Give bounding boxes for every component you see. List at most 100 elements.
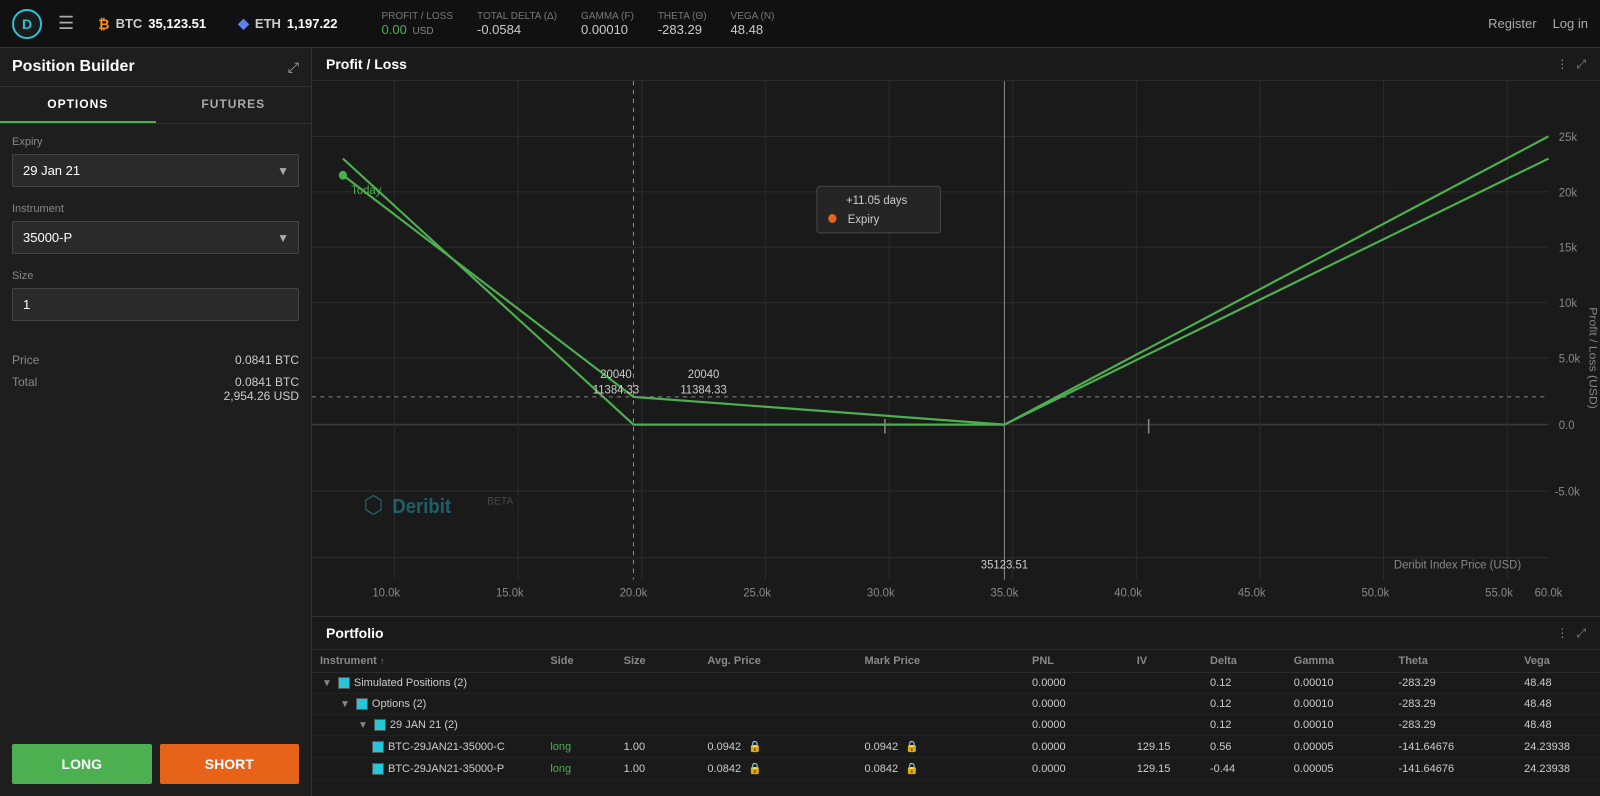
theta-stat: THETA (ϑ) -283.29 — [658, 11, 707, 37]
group-label-options: ▼ Options (2) — [312, 694, 542, 715]
svg-text:Today: Today — [351, 184, 381, 197]
table-row: ▼ 29 JAN 21 (2) 0.0000 0.12 — [312, 715, 1600, 736]
checkbox-date[interactable] — [374, 719, 386, 731]
col-pnl: PNL — [1024, 650, 1129, 673]
checkbox-put[interactable] — [372, 763, 384, 775]
size-input[interactable] — [12, 288, 299, 321]
chart-svg: 25k 20k 15k 10k 5.0k 0.0 -5.0k 10.0k 15.… — [312, 81, 1600, 613]
svg-text:30.0k: 30.0k — [867, 586, 895, 599]
instrument-label: Instrument — [12, 203, 299, 215]
svg-text:Profit / Loss (USD): Profit / Loss (USD) — [1587, 307, 1600, 409]
more-icon[interactable]: ⋮ — [1556, 57, 1568, 72]
svg-text:20040: 20040 — [688, 368, 720, 381]
portfolio-fullscreen-icon[interactable]: ⤢ — [1576, 626, 1586, 641]
collapse-btn-options[interactable]: ▼ — [338, 699, 352, 710]
svg-text:11384.33: 11384.33 — [593, 383, 640, 396]
portfolio-panel: Portfolio ⋮ ⤢ Instrument ↑ Side Size Avg… — [312, 616, 1600, 796]
svg-text:60.0k: 60.0k — [1535, 586, 1563, 599]
form-section: Expiry 29 Jan 21 ▼ Instrument 35000-P ▼ … — [0, 124, 311, 349]
svg-text:45.0k: 45.0k — [1238, 586, 1266, 599]
tab-options[interactable]: OPTIONS — [0, 87, 156, 123]
table-row: BTC-29JAN21-35000-P long 1.00 0.0842 🔒 0… — [312, 758, 1600, 780]
svg-text:Deribit: Deribit — [392, 497, 451, 519]
expiry-select[interactable]: 29 Jan 21 — [12, 154, 299, 187]
svg-text:D: D — [22, 16, 32, 32]
col-side: Side — [542, 650, 615, 673]
table-row: ▼ Options (2) 0.0000 0.12 — [312, 694, 1600, 715]
svg-text:10.0k: 10.0k — [372, 586, 400, 599]
svg-text:BETA: BETA — [487, 495, 514, 507]
btc-price: ₿ BTC 35,123.51 — [90, 16, 214, 32]
portfolio-more-icon[interactable]: ⋮ — [1556, 626, 1568, 641]
btc-icon: ₿ — [98, 16, 109, 32]
instrument-select-wrapper: 35000-P ▼ — [12, 221, 299, 254]
instrument-cell-put: BTC-29JAN21-35000-P — [312, 758, 542, 780]
portfolio-icons: ⋮ ⤢ — [1556, 626, 1586, 641]
main-layout: Position Builder ⤢ OPTIONS FUTURES Expir… — [0, 48, 1600, 796]
left-panel: Position Builder ⤢ OPTIONS FUTURES Expir… — [0, 48, 312, 796]
svg-text:20.0k: 20.0k — [620, 586, 648, 599]
tab-futures[interactable]: FUTURES — [156, 87, 312, 123]
instrument-link-call[interactable]: BTC-29JAN21-35000-C — [388, 741, 505, 753]
table-row: BTC-29JAN21-35000-C long 1.00 0.0942 🔒 0… — [312, 736, 1600, 758]
login-button[interactable]: Log in — [1553, 16, 1588, 31]
register-button[interactable]: Register — [1488, 16, 1536, 31]
vega-stat: VEGA (N) 48.48 — [731, 11, 775, 37]
checkbox-options[interactable] — [356, 698, 368, 710]
checkbox-call[interactable] — [372, 741, 384, 753]
collapse-btn[interactable]: ▼ — [320, 678, 334, 689]
chart-title: Profit / Loss — [326, 56, 407, 72]
long-button[interactable]: LONG — [12, 744, 152, 784]
logo: D — [12, 9, 42, 39]
price-row: Price 0.0841 BTC — [0, 349, 311, 371]
svg-text:Expiry: Expiry — [848, 213, 880, 226]
svg-text:35123.51: 35123.51 — [981, 558, 1028, 571]
short-button[interactable]: SHORT — [160, 744, 300, 784]
col-vega: Vega — [1516, 650, 1600, 673]
panel-title: Position Builder — [12, 58, 135, 76]
portfolio-header: Portfolio ⋮ ⤢ — [312, 617, 1600, 650]
price-info: Price 0.0841 BTC Total 0.0841 BTC 2,954.… — [0, 349, 311, 407]
nav-stats: PROFIT / LOSS 0.00 USD TOTAL DELTA (Δ) -… — [382, 11, 775, 37]
chart-container: 25k 20k 15k 10k 5.0k 0.0 -5.0k 10.0k 15.… — [312, 81, 1600, 613]
svg-text:35.0k: 35.0k — [991, 586, 1019, 599]
instrument-cell-call: BTC-29JAN21-35000-C — [312, 736, 542, 758]
svg-text:Deribit Index Price (USD): Deribit Index Price (USD) — [1394, 558, 1521, 571]
svg-text:25k: 25k — [1559, 130, 1577, 143]
svg-text:15.0k: 15.0k — [496, 586, 524, 599]
checkbox-simulated[interactable] — [338, 677, 350, 689]
instrument-select[interactable]: 35000-P — [12, 221, 299, 254]
top-nav: D ☰ ₿ BTC 35,123.51 ◆ ETH 1,197.22 PROFI… — [0, 0, 1600, 48]
svg-text:20k: 20k — [1559, 186, 1577, 199]
instrument-link-put[interactable]: BTC-29JAN21-35000-P — [388, 763, 504, 775]
svg-text:5.0k: 5.0k — [1559, 352, 1581, 365]
col-theta: Theta — [1390, 650, 1516, 673]
svg-text:25.0k: 25.0k — [743, 586, 771, 599]
gamma-stat: GAMMA (F) 0.00010 — [581, 11, 634, 37]
action-buttons: LONG SHORT — [0, 732, 311, 796]
profit-loss-stat: PROFIT / LOSS 0.00 USD — [382, 11, 454, 37]
svg-text:-5.0k: -5.0k — [1555, 485, 1580, 498]
menu-icon[interactable]: ☰ — [58, 13, 74, 34]
table-row: ▼ Simulated Positions (2) 0.0000 — [312, 673, 1600, 694]
right-panel: Profit / Loss ⋮ ⤢ — [312, 48, 1600, 796]
expand-icon[interactable]: ⤢ — [288, 59, 299, 76]
panel-header: Position Builder ⤢ — [0, 48, 311, 87]
svg-text:10k: 10k — [1559, 297, 1577, 310]
nav-right: Register Log in — [1488, 16, 1588, 31]
tab-bar: OPTIONS FUTURES — [0, 87, 311, 124]
portfolio-title: Portfolio — [326, 625, 384, 641]
svg-text:55.0k: 55.0k — [1485, 586, 1513, 599]
eth-icon: ◆ — [238, 15, 249, 32]
eth-price: ◆ ETH 1,197.22 — [230, 15, 345, 32]
svg-text:+11.05 days: +11.05 days — [846, 194, 907, 207]
group-label-simulated: ▼ Simulated Positions (2) — [312, 673, 542, 694]
col-iv: IV — [1129, 650, 1202, 673]
size-label: Size — [12, 270, 299, 282]
svg-text:20040: 20040 — [600, 368, 632, 381]
col-avg-price: Avg. Price — [699, 650, 856, 673]
positions-table: Instrument ↑ Side Size Avg. Price Mark P… — [312, 650, 1600, 780]
chart-header: Profit / Loss ⋮ ⤢ — [312, 48, 1600, 81]
collapse-btn-date[interactable]: ▼ — [356, 720, 370, 731]
fullscreen-icon[interactable]: ⤢ — [1576, 57, 1586, 72]
